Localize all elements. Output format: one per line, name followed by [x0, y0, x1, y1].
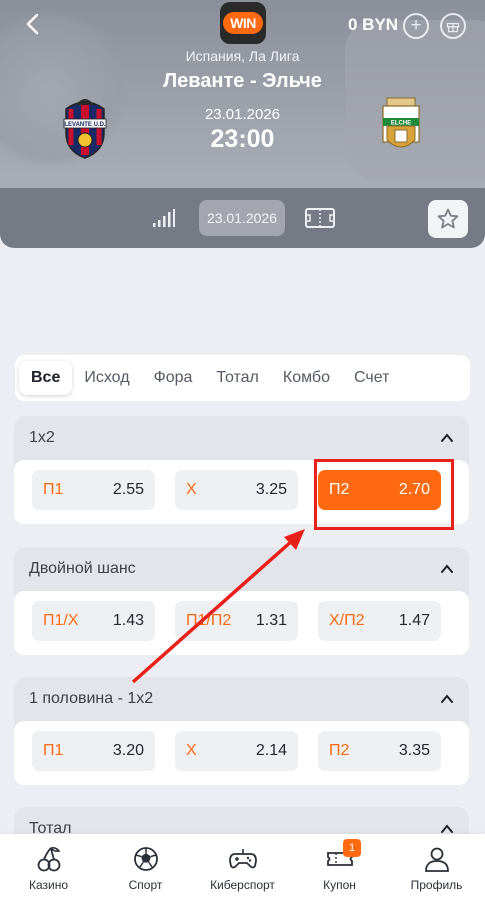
cherries-icon [37, 847, 60, 872]
nav-esports[interactable]: Киберспорт [194, 834, 291, 906]
nav-sport[interactable]: Спорт [97, 834, 194, 906]
nav-label: Киберспорт [210, 878, 275, 892]
coupon-count-badge: 1 [343, 839, 361, 857]
nav-label: Казино [28, 878, 69, 892]
nav-profile[interactable]: Профиль [388, 834, 485, 906]
bottom-nav: Казино Спорт Киберспорт 1 Купон Профиль [0, 834, 485, 906]
nav-label: Профиль [410, 878, 463, 892]
gamepad-icon [228, 849, 257, 869]
nav-casino[interactable]: Казино [0, 834, 97, 906]
user-icon [424, 847, 449, 872]
football-icon [133, 847, 158, 871]
nav-coupon[interactable]: 1 Купон [291, 834, 388, 906]
nav-label: Спорт [128, 878, 163, 892]
nav-label: Купон [323, 878, 356, 892]
annotation-arrow [131, 529, 305, 684]
